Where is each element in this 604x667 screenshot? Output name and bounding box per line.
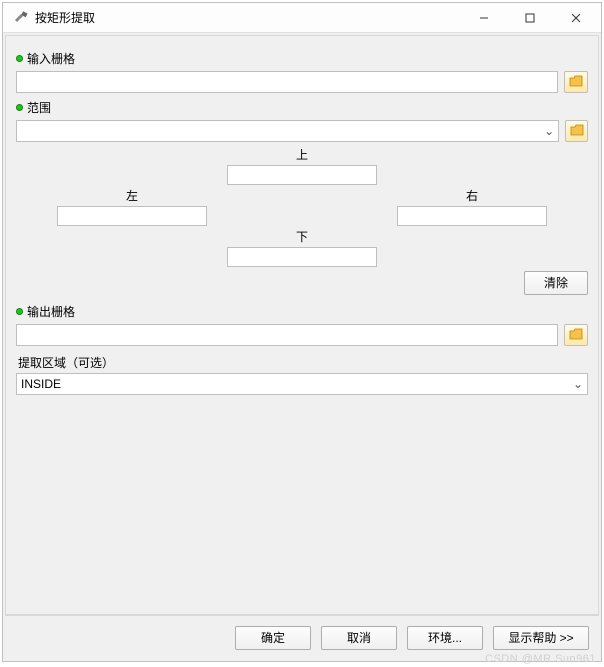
titlebar: 按矩形提取: [3, 3, 601, 33]
folder-icon: [570, 124, 584, 139]
cancel-button[interactable]: 取消: [321, 626, 397, 650]
extent-top-field[interactable]: [227, 165, 377, 185]
content-wrap: 输入栅格 范围 ⌄: [3, 33, 601, 661]
label-text: 范围: [27, 99, 51, 116]
close-button[interactable]: [553, 3, 599, 33]
folder-icon: [569, 75, 583, 90]
watermark-text: CSDN @MR.Sun961: [485, 653, 596, 665]
input-raster-label: 输入栅格: [16, 50, 588, 67]
extent-top-cell: 上: [217, 146, 387, 185]
browse-input-raster-button[interactable]: [564, 71, 588, 93]
extent-combo-row: ⌄: [16, 120, 588, 142]
clear-extent-button[interactable]: 清除: [524, 271, 588, 295]
input-raster-field[interactable]: [16, 71, 558, 93]
required-dot-icon: [16, 104, 23, 111]
extent-top-label: 上: [296, 146, 308, 163]
dialog-window: 按矩形提取 输入栅格 范围: [2, 2, 602, 662]
extent-bottom-field[interactable]: [227, 247, 377, 267]
chevron-down-icon: ⌄: [540, 124, 558, 138]
maximize-button[interactable]: [507, 3, 553, 33]
extent-label: 范围: [16, 99, 588, 116]
browse-extent-button[interactable]: [565, 120, 588, 142]
hammer-icon: [13, 10, 29, 26]
extent-bottom-cell: 下: [217, 228, 387, 267]
label-text: 输出栅格: [27, 303, 75, 320]
show-help-button[interactable]: 显示帮助 >>: [493, 626, 589, 650]
input-raster-row: [16, 71, 588, 93]
extent-left-cell: 左: [47, 187, 217, 226]
ok-button[interactable]: 确定: [235, 626, 311, 650]
extent-left-label: 左: [126, 187, 138, 204]
extent-bottom-label: 下: [296, 228, 308, 245]
extent-right-field[interactable]: [397, 206, 547, 226]
extent-combo[interactable]: ⌄: [16, 120, 559, 142]
browse-output-raster-button[interactable]: [564, 324, 588, 346]
window-title: 按矩形提取: [35, 9, 461, 26]
extract-area-combo[interactable]: INSIDE ⌄: [16, 373, 588, 395]
chevron-down-icon: ⌄: [569, 377, 587, 391]
folder-icon: [569, 328, 583, 343]
minimize-button[interactable]: [461, 3, 507, 33]
extent-right-label: 右: [466, 187, 478, 204]
extent-left-field[interactable]: [57, 206, 207, 226]
output-raster-label: 输出栅格: [16, 303, 588, 320]
label-text: 输入栅格: [27, 50, 75, 67]
extent-right-cell: 右: [387, 187, 557, 226]
required-dot-icon: [16, 308, 23, 315]
environments-button[interactable]: 环境...: [407, 626, 483, 650]
output-raster-field[interactable]: [16, 324, 558, 346]
window-controls: [461, 3, 599, 33]
required-dot-icon: [16, 55, 23, 62]
extract-area-label: 提取区域（可选）: [18, 354, 588, 371]
content-area: 输入栅格 范围 ⌄: [5, 35, 599, 615]
extract-area-value: INSIDE: [17, 377, 569, 391]
output-raster-row: [16, 324, 588, 346]
extent-grid: 上 左 右 下: [16, 146, 588, 295]
